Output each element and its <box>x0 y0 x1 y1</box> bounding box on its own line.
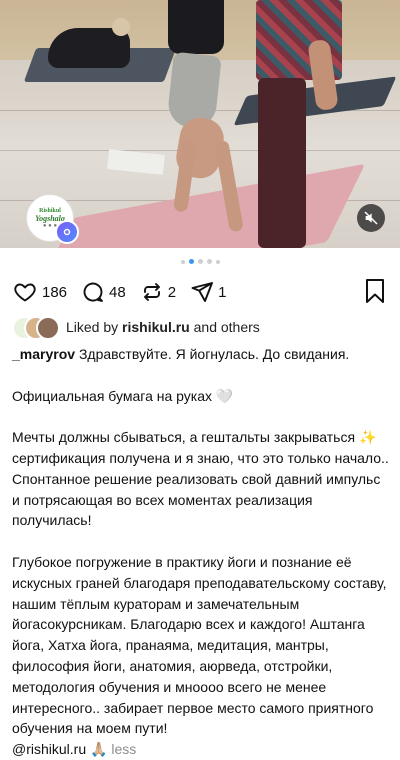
carousel-dot <box>206 259 212 264</box>
share-button[interactable]: 1 <box>190 280 226 304</box>
caption-mention-link[interactable]: @rishikul.ru 🙏🏼 <box>12 741 107 757</box>
likes-count[interactable]: 186 <box>42 284 67 301</box>
comment-icon <box>83 282 103 302</box>
carousel-indicator <box>0 259 400 264</box>
caption-username-link[interactable]: _maryrov <box>12 346 75 362</box>
post-photo[interactable]: Rishikul Yogshala ● ● ● <box>0 0 400 248</box>
instructor-legs <box>258 78 306 248</box>
liked-by-prefix: Liked by <box>66 319 119 335</box>
paper-sheet <box>107 149 165 175</box>
background-person-head <box>112 18 130 36</box>
caption-paragraph: Глубокое погружение в практику йоги и по… <box>12 553 387 737</box>
muted-audio-icon[interactable] <box>357 204 385 232</box>
like-button[interactable]: 186 <box>12 280 67 304</box>
carousel-dot <box>215 260 220 264</box>
yogi-legs <box>168 0 224 54</box>
caption-paragraph: Мечты должны сбываться, а гештальты закр… <box>12 429 389 466</box>
caption-paragraph: Официальная бумага на руках 🤍 <box>12 387 234 404</box>
shares-count[interactable]: 1 <box>218 284 226 301</box>
caption-less-link[interactable]: less <box>111 741 136 757</box>
send-icon <box>191 282 214 302</box>
carousel-dot <box>197 259 203 264</box>
comments-count[interactable]: 48 <box>109 284 126 301</box>
liked-by-user-link[interactable]: rishikul.ru <box>122 319 190 335</box>
post-caption: _maryrov Здравствуйте. Я йогнулась. До с… <box>12 344 392 760</box>
avatar <box>36 316 60 340</box>
collab-icon[interactable] <box>55 220 79 244</box>
carousel-dot-active <box>188 259 194 264</box>
heart-icon <box>14 283 36 302</box>
comment-button[interactable]: 48 <box>81 280 126 304</box>
liked-by-row[interactable]: Liked by rishikul.ru and others <box>12 316 260 340</box>
liked-by-avatars <box>12 316 60 340</box>
save-button[interactable] <box>364 278 386 309</box>
caption-line1: Здравствуйте. Я йогнулась. До свидания. <box>78 346 350 362</box>
caption-footer: @rishikul.ru 🙏🏼 less <box>12 739 392 760</box>
caption-paragraph: Спонтанное решение реализовать свой давн… <box>12 470 381 529</box>
liked-by-suffix[interactable]: and others <box>194 319 260 335</box>
repost-button[interactable]: 2 <box>140 280 176 304</box>
post-action-bar: 186 48 2 1 <box>12 278 388 306</box>
reposts-count[interactable]: 2 <box>168 284 176 301</box>
caption-first-line: _maryrov Здравствуйте. Я йогнулась. До с… <box>12 344 392 365</box>
bookmark-icon <box>366 279 384 303</box>
carousel-dot <box>180 260 185 264</box>
repost-icon <box>143 283 160 301</box>
